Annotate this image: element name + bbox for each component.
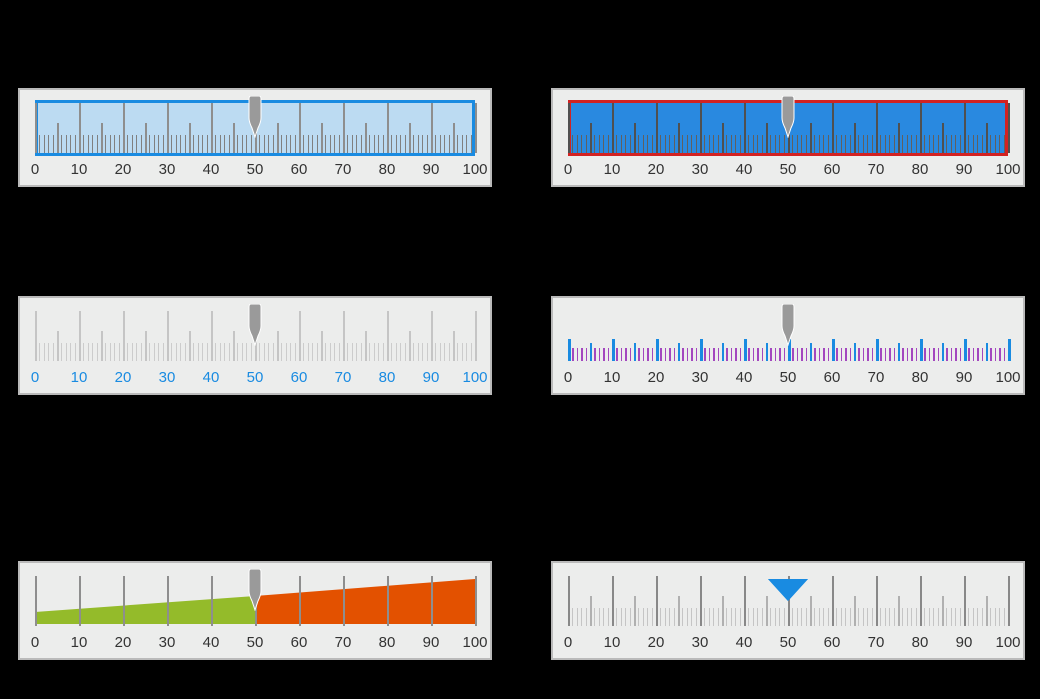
gauge-label: 60 [291,161,308,178]
gauge-label: 30 [159,634,176,651]
gauge-label: 20 [115,161,132,178]
gauge-label: 100 [462,369,487,386]
pointer-icon[interactable] [248,304,262,344]
gauge-label: 10 [71,634,88,651]
gauge-label: 0 [564,369,572,386]
gauge-label: 10 [71,161,88,178]
gauge-label: 30 [692,369,709,386]
linear-gauge-g0: 0 10 20 30 40 50 60 70 80 90 100 [18,88,492,187]
pointer-icon[interactable] [781,304,795,344]
gauge-label: 20 [648,369,665,386]
chevron-down-icon[interactable] [781,577,795,617]
gauge-label: 100 [462,634,487,651]
gauge-labels: 0102030405060708090100 [35,369,475,389]
gauge-label: 100 [995,369,1020,386]
gauge-label: 20 [648,161,665,178]
gauge-label: 50 [780,369,797,386]
gauge-label: 70 [868,369,885,386]
gauge-label: 20 [115,634,132,651]
gauge-label: 70 [868,634,885,651]
gauge-label: 60 [824,634,841,651]
gauge-label: 70 [335,634,352,651]
gauge-label: 30 [692,634,709,651]
gauge-label: 40 [736,369,753,386]
gauge-label: 100 [995,634,1020,651]
pointer-icon[interactable] [248,569,262,609]
linear-gauge-g5: 0 10 20 30 40 50 60 70 80 90 100 [551,561,1025,660]
gauge-label: 40 [736,161,753,178]
gauge-labels: 0102030405060708090100 [35,634,475,654]
gauge-label: 50 [780,161,797,178]
gauge-label: 60 [291,634,308,651]
gauge-label: 80 [912,161,929,178]
gauge-label: 50 [247,369,264,386]
gauge-labels: 0102030405060708090100 [568,161,1008,181]
gauge-labels: 0102030405060708090100 [568,634,1008,654]
linear-gauge-g2: 0 10 20 30 40 50 60 70 80 90 100 [18,296,492,395]
gauge-label: 60 [824,369,841,386]
gauge-label: 10 [71,369,88,386]
gauge-label: 50 [780,634,797,651]
gauge-label: 90 [956,634,973,651]
gauge-labels: 0102030405060708090100 [35,161,475,181]
gauge-label: 0 [31,369,39,386]
gauge-label: 0 [31,634,39,651]
pointer-icon[interactable] [248,96,262,136]
gauge-label: 10 [604,369,621,386]
gauge-label: 90 [423,369,440,386]
gauge-labels: 0102030405060708090100 [568,369,1008,389]
gauge-label: 90 [956,369,973,386]
gauge-label: 20 [115,369,132,386]
linear-gauge-g1: 0 10 20 30 40 50 60 70 80 90 100 [551,88,1025,187]
gauge-label: 80 [379,634,396,651]
pointer-icon[interactable] [781,96,795,136]
gauge-label: 0 [31,161,39,178]
gauge-label: 90 [423,634,440,651]
linear-gauge-g4: 0 10 20 30 40 50 60 70 80 90 100 [18,561,492,660]
gauge-label: 90 [956,161,973,178]
gauge-label: 80 [379,369,396,386]
gauge-label: 0 [564,161,572,178]
gauge-label: 60 [291,369,308,386]
gauge-label: 90 [423,161,440,178]
linear-gauge-g3: 0 10 20 30 40 50 60 70 80 90 100 [551,296,1025,395]
gauge-label: 20 [648,634,665,651]
gauge-label: 70 [335,369,352,386]
gauge-label: 30 [159,369,176,386]
gauge-label: 50 [247,634,264,651]
gauge-label: 50 [247,161,264,178]
gauge-label: 10 [604,161,621,178]
gauge-label: 100 [995,161,1020,178]
gauge-label: 80 [379,161,396,178]
gauge-label: 10 [604,634,621,651]
gauge-label: 60 [824,161,841,178]
gauge-label: 100 [462,161,487,178]
gauge-label: 0 [564,634,572,651]
gauge-label: 70 [335,161,352,178]
gauge-label: 40 [203,369,220,386]
gauge-label: 40 [203,634,220,651]
gauge-label: 30 [159,161,176,178]
gauge-label: 40 [736,634,753,651]
gauge-label: 70 [868,161,885,178]
gauge-label: 80 [912,369,929,386]
gauge-label: 80 [912,634,929,651]
gauge-label: 30 [692,161,709,178]
gauge-label: 40 [203,161,220,178]
